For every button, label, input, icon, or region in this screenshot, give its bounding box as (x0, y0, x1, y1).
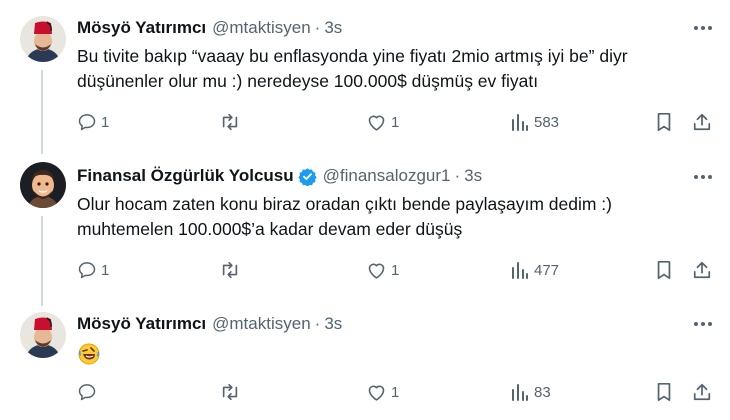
separator-dot: · (314, 314, 321, 333)
reply-button[interactable] (77, 380, 101, 404)
retweet-icon (222, 383, 238, 401)
rolling-on-floor-laughing-emoji-icon (77, 342, 101, 366)
timestamp[interactable]: 3s (324, 18, 342, 38)
share-icon (693, 383, 711, 401)
views-button[interactable]: 83 (510, 380, 551, 404)
author-name[interactable]: Finansal Özgürlük Yolcusu (77, 166, 294, 186)
tweet-text-line: Bu tivite bakıp “vaaay bu enflasyonda yi… (77, 46, 628, 66)
view-count: 83 (534, 383, 551, 401)
tweet[interactable]: Mösyö Yatırımcı @mtaktisyen · 3s Bu tivi… (0, 0, 730, 150)
bookmark-icon (657, 112, 671, 132)
avatar[interactable] (20, 16, 66, 62)
tweet-text: Olur hocam zaten konu biraz oradan çıktı… (77, 192, 697, 242)
avatar[interactable] (20, 162, 66, 208)
reply-count: 1 (101, 261, 110, 279)
share-button[interactable] (692, 258, 712, 282)
separator-dot: · (314, 18, 321, 37)
share-button[interactable] (692, 110, 712, 134)
separator-dot: · (454, 166, 461, 185)
tweet-actions: 1 1 583 (0, 110, 730, 134)
tweet-header: Mösyö Yatırımcı @mtaktisyen · 3s (77, 17, 342, 39)
avatar[interactable] (20, 312, 66, 358)
tweet-text-line: Olur hocam zaten konu biraz oradan çıktı… (77, 194, 612, 214)
fez-man-avatar-icon (20, 312, 66, 358)
tweet-header: Mösyö Yatırımcı @mtaktisyen · 3s (77, 313, 342, 335)
views-chart-icon (512, 114, 528, 131)
tweet-header: Finansal Özgürlük Yolcusu @finansalozgur… (77, 165, 482, 187)
author-handle[interactable]: @mtaktisyen (212, 314, 311, 334)
view-count: 477 (534, 261, 560, 279)
reply-icon (78, 262, 96, 279)
view-count: 583 (534, 113, 560, 131)
views-button[interactable]: 583 (510, 110, 559, 134)
retweet-button[interactable] (219, 258, 245, 282)
more-options-icon[interactable] (690, 18, 716, 38)
bookmark-button[interactable] (655, 258, 673, 282)
tweet-actions: 1 83 (0, 380, 730, 404)
views-button[interactable]: 477 (510, 258, 559, 282)
tweet-actions: 1 1 477 (0, 258, 730, 282)
reply-button[interactable]: 1 (77, 258, 109, 282)
bookmark-button[interactable] (655, 110, 673, 134)
bookmark-icon (657, 382, 671, 402)
like-count: 1 (391, 113, 400, 131)
more-options-icon[interactable] (690, 314, 716, 334)
share-button[interactable] (692, 380, 712, 404)
views-chart-icon (512, 262, 528, 279)
like-button[interactable]: 1 (366, 380, 399, 404)
bookmark-icon (657, 260, 671, 280)
author-handle[interactable]: @finansalozgur1 (323, 166, 451, 186)
fez-man-avatar-icon (20, 16, 66, 62)
tweet-text-line: düşünenler olur mu :) neredeyse 100.000$… (77, 71, 539, 91)
author-name[interactable]: Mösyö Yatırımcı (77, 314, 206, 334)
views-chart-icon (512, 384, 528, 401)
retweet-button[interactable] (219, 380, 245, 404)
retweet-icon (222, 113, 238, 131)
tweet[interactable]: Mösyö Yatırımcı @mtaktisyen · 3s 1 83 (0, 300, 730, 420)
reply-icon (78, 114, 96, 131)
tweet[interactable]: Finansal Özgürlük Yolcusu @finansalozgur… (0, 150, 730, 300)
heart-icon (368, 263, 385, 279)
more-options-icon[interactable] (690, 167, 716, 187)
reply-count: 1 (101, 113, 110, 131)
bookmark-button[interactable] (655, 380, 673, 404)
like-button[interactable]: 1 (366, 110, 399, 134)
tweet-text: Bu tivite bakıp “vaaay bu enflasyonda yi… (77, 44, 697, 94)
like-count: 1 (391, 383, 400, 401)
share-icon (693, 113, 711, 131)
timestamp[interactable]: 3s (324, 314, 342, 334)
verified-badge-icon (297, 167, 317, 187)
timestamp[interactable]: 3s (464, 166, 482, 186)
like-button[interactable]: 1 (366, 258, 399, 282)
retweet-button[interactable] (219, 110, 245, 134)
reply-button[interactable]: 1 (77, 110, 109, 134)
author-name[interactable]: Mösyö Yatırımcı (77, 18, 206, 38)
author-handle[interactable]: @mtaktisyen (212, 18, 311, 38)
tweet-text (77, 342, 697, 373)
memoji-avatar-icon (20, 162, 66, 208)
heart-icon (368, 385, 385, 401)
share-icon (693, 261, 711, 279)
tweet-text-line: muhtemelen 100.000$’a kadar devam eder d… (77, 219, 463, 239)
reply-icon (78, 384, 96, 401)
heart-icon (368, 115, 385, 131)
like-count: 1 (391, 261, 400, 279)
retweet-icon (222, 261, 238, 279)
